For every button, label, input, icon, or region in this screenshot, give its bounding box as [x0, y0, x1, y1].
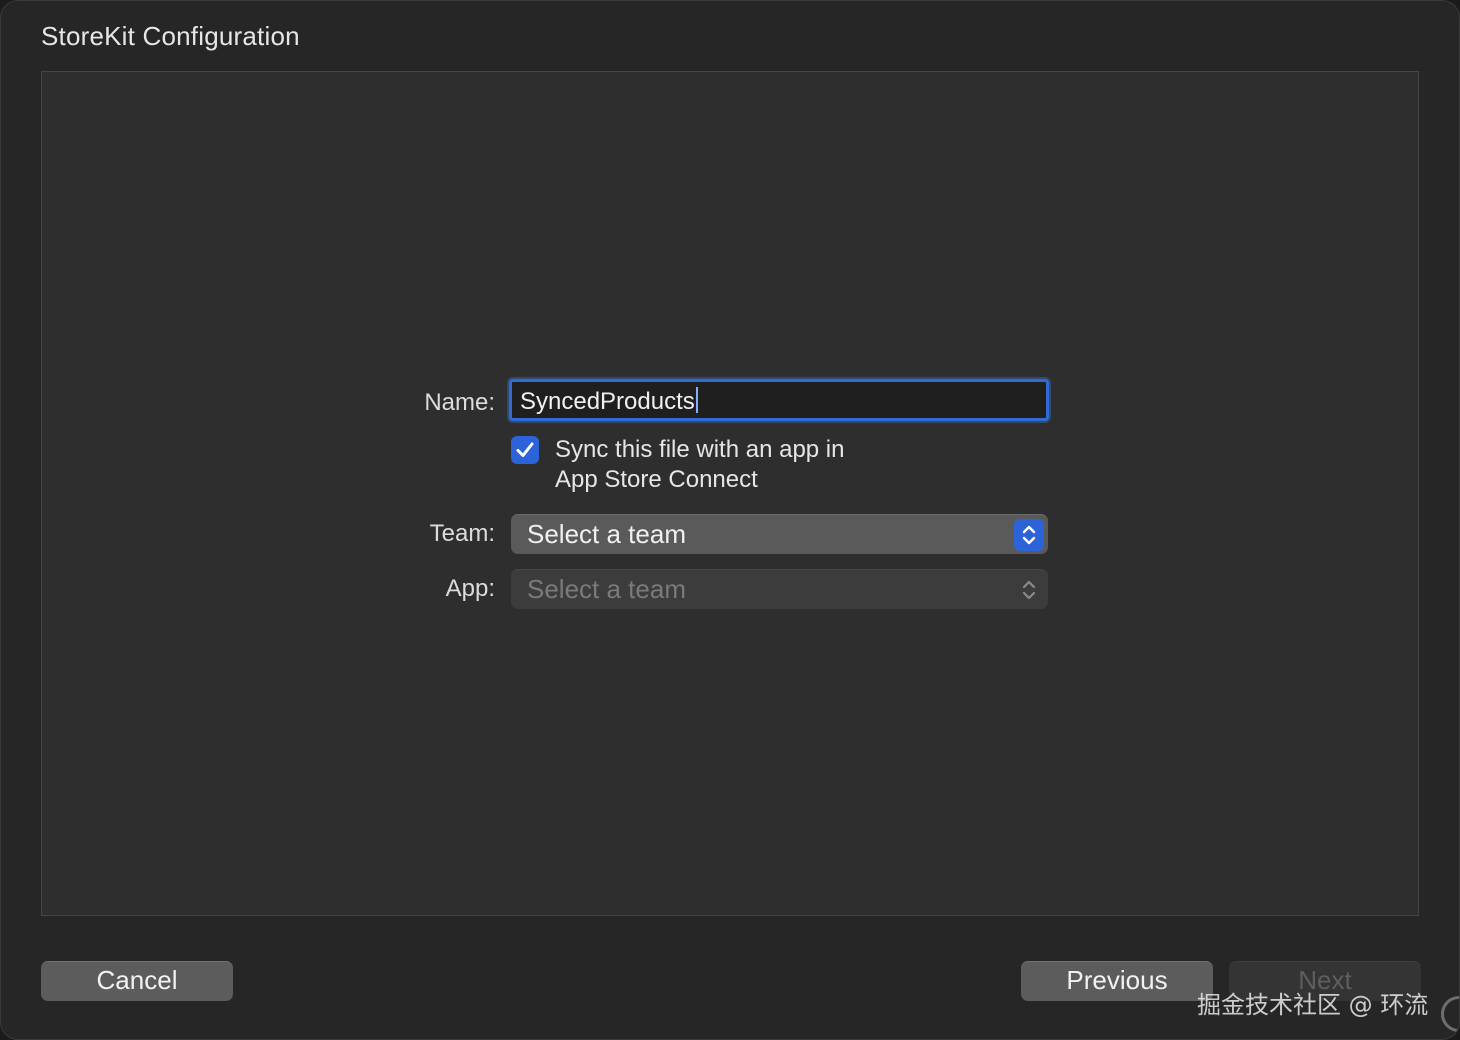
chevron-up-down-icon: [1022, 525, 1036, 545]
checkmark-icon: [516, 442, 534, 457]
corner-circle-icon: [1441, 996, 1459, 1032]
sync-checkbox-label[interactable]: Sync this file with an app in App Store …: [555, 435, 845, 495]
team-popup[interactable]: Select a team: [511, 514, 1048, 554]
storekit-configuration-dialog: StoreKit Configuration Name: SyncedProdu…: [0, 0, 1460, 1040]
cancel-button[interactable]: Cancel: [41, 961, 233, 1001]
text-caret: [695, 387, 698, 413]
app-popup-value: Select a team: [527, 574, 686, 604]
team-popup-value: Select a team: [527, 519, 686, 549]
name-input[interactable]: SyncedProducts: [509, 379, 1049, 421]
team-label: Team:: [429, 520, 495, 547]
chevron-up-down-icon: [1022, 580, 1036, 600]
app-popup-stepper: [1014, 574, 1044, 606]
dialog-title: StoreKit Configuration: [41, 21, 300, 51]
name-label: Name:: [424, 389, 495, 416]
name-input-value: SyncedProducts: [520, 388, 695, 415]
sync-label-line1: Sync this file with an app in: [555, 436, 845, 463]
app-label: App:: [445, 575, 495, 602]
previous-button[interactable]: Previous: [1021, 961, 1213, 1001]
sync-label-line2: App Store Connect: [555, 466, 758, 493]
app-popup[interactable]: Select a team: [511, 569, 1048, 609]
team-popup-stepper: [1014, 519, 1044, 551]
watermark: 掘金技术社区 @ 环流: [1197, 991, 1429, 1019]
sync-checkbox[interactable]: [511, 436, 539, 464]
